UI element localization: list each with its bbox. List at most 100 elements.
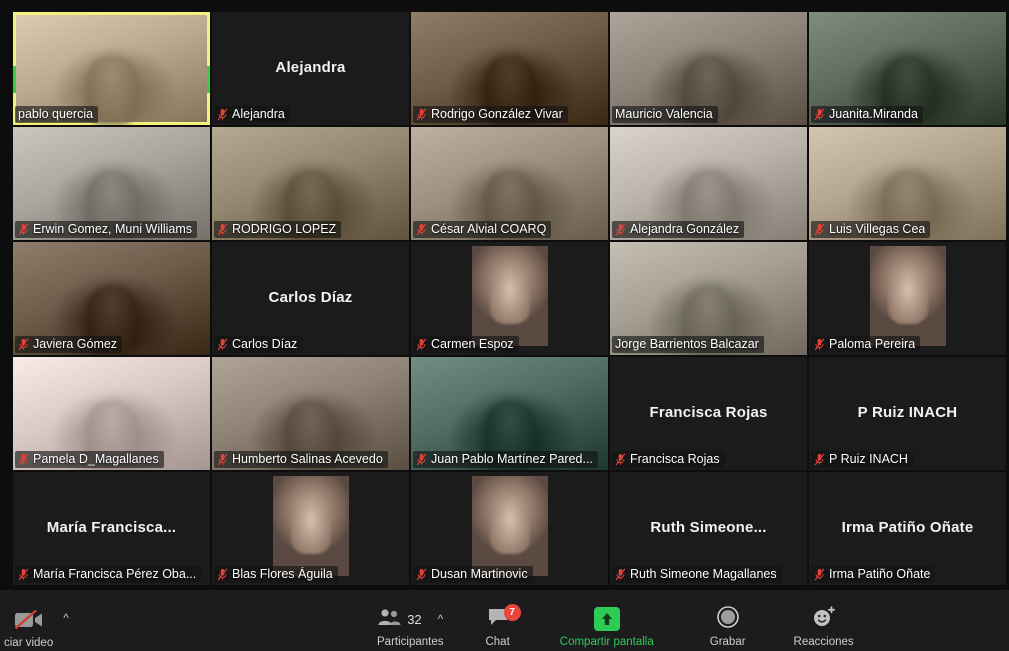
muted-mic-icon [18,567,29,580]
gallery-row: pablo quercia Alejandra Alejandra Rodrigo G… [13,12,1006,125]
participant-tile[interactable]: Alejandra González [610,127,807,240]
participant-tile[interactable]: Humberto Salinas Acevedo [212,357,409,470]
participant-tile[interactable]: Javiera Gómez [13,242,210,355]
reactions-button[interactable]: Reacciones [780,596,868,648]
participant-tile[interactable]: Juanita.Miranda [809,12,1006,125]
record-button[interactable]: Grabar [696,596,760,648]
share-screen-button[interactable]: Compartir pantalla [546,596,668,648]
participant-name-text: Francisca Rojas [630,452,720,466]
participant-name-label: Javiera Gómez [15,336,123,353]
participant-tile[interactable]: RODRIGO LOPEZ [212,127,409,240]
muted-mic-icon [416,107,427,120]
muted-mic-icon [814,452,825,465]
chat-unread-badge: 7 [503,603,521,621]
participant-tile[interactable]: Luis Villegas Cea [809,127,1006,240]
participants-chevron-up-icon[interactable]: ^ [438,613,444,625]
participant-avatar [471,476,548,576]
participant-tile[interactable]: Jorge Barrientos Balcazar [610,242,807,355]
participant-name-label: Luis Villegas Cea [811,221,931,238]
participant-tile[interactable]: Mauricio Valencia [610,12,807,125]
muted-mic-icon [814,567,825,580]
muted-mic-icon [217,452,228,465]
participant-tile[interactable]: Alejandra Alejandra [212,12,409,125]
participants-button[interactable]: 32 ^ Participantes [363,596,457,648]
share-screen-icon [593,607,620,631]
participant-tile[interactable]: María Francisca... María Francisca Pérez … [13,472,210,585]
participant-name-text: Alejandra [232,107,285,121]
participant-name-label: Paloma Pereira [811,336,921,353]
avatar-head [887,272,928,324]
participant-tile[interactable]: Carmen Espoz [411,242,608,355]
share-screen-label: Compartir pantalla [559,636,654,648]
gallery-row: María Francisca... María Francisca Pérez … [13,472,1006,585]
participant-name-text: Humberto Salinas Acevedo [232,452,383,466]
muted-mic-icon [416,222,427,235]
muted-mic-icon [814,107,825,120]
participant-name-text: pablo quercia [18,107,94,121]
participant-name-text: César Alvial COARQ [431,222,547,236]
participant-tile[interactable]: Erwin Gomez, Muni Williams [13,127,210,240]
participant-name-text: Pamela D_Magallanes [33,452,159,466]
participant-name-label: Blas Flores Águila [214,566,338,583]
participant-tile[interactable]: Carlos Díaz Carlos Díaz [212,242,409,355]
participant-name-text: Jorge Barrientos Balcazar [615,337,759,351]
gallery-row: Erwin Gomez, Muni Williams RODRIGO LOPEZ C… [13,127,1006,240]
chevron-up-icon: ^ [63,611,69,625]
gallery-row: Javiera Gómez Carlos Díaz Carlos Díaz Carme… [13,242,1006,355]
record-label: Grabar [709,636,746,648]
participant-name-label: Juanita.Miranda [811,106,923,123]
participant-name-label: Carlos Díaz [214,336,303,353]
muted-mic-icon [217,107,228,120]
participant-name-text: Erwin Gomez, Muni Williams [33,222,193,236]
participant-name-label: Alejandra [214,106,290,123]
start-video-button[interactable]: ciar video [0,597,59,649]
participant-tile[interactable]: pablo quercia [13,12,210,125]
start-video-label: ciar video [4,637,54,649]
participant-tile[interactable]: Pamela D_Magallanes [13,357,210,470]
participant-name-label: Jorge Barrientos Balcazar [612,336,764,353]
video-options-caret[interactable]: ^ [59,597,77,649]
participant-name-label: Carmen Espoz [413,336,519,353]
participant-name-label: Ruth Simeone Magallanes [612,566,782,583]
participant-name-text: Mauricio Valencia [615,107,713,121]
participant-tile[interactable]: Rodrigo González Vivar [411,12,608,125]
participant-name-text: María Francisca Pérez Oba... [33,567,197,581]
chat-icon: 7 [487,603,521,632]
participant-name-label: RODRIGO LOPEZ [214,221,342,238]
participant-tile[interactable]: Irma Patiño Oñate Irma Patiño Oñate [809,472,1006,585]
participant-tile[interactable]: P Ruiz INACH P Ruiz INACH [809,357,1006,470]
participant-name-label: Dusan Martinovic [413,566,533,583]
participant-name-text: Paloma Pereira [829,337,916,351]
participant-name-label: P Ruiz INACH [811,451,913,468]
participants-count: 32 [407,611,422,627]
participant-name-text: Carlos Díaz [232,337,298,351]
participant-name-text: Dusan Martinovic [431,567,528,581]
participant-tile[interactable]: Francisca Rojas Francisca Rojas [610,357,807,470]
participant-avatar [869,246,946,346]
participant-avatar [272,476,349,576]
muted-mic-icon [814,337,825,350]
participant-tile[interactable]: Juan Pablo Martínez Pared... [411,357,608,470]
muted-mic-icon [615,452,626,465]
participant-avatar [471,246,548,346]
participant-tile[interactable]: César Alvial COARQ [411,127,608,240]
participant-name-label: Juan Pablo Martínez Pared... [413,451,598,468]
toolbar-left-group: ciar video ^ [0,597,77,649]
participant-tile[interactable]: Blas Flores Águila [212,472,409,585]
participant-name-text: Carmen Espoz [431,337,514,351]
participant-name-text: RODRIGO LOPEZ [232,222,337,236]
participant-name-text: Blas Flores Águila [232,567,333,581]
participant-tile[interactable]: Ruth Simeone... Ruth Simeone Magallanes [610,472,807,585]
participant-name-label: César Alvial COARQ [413,221,552,238]
muted-mic-icon [217,222,228,235]
muted-mic-icon [416,567,427,580]
participant-name-label: Francisca Rojas [612,451,725,468]
video-off-icon [14,605,44,635]
toolbar-center-group: 32 ^ Participantes 7 Chat Compartir pant… [363,596,868,648]
muted-mic-icon [18,452,29,465]
muted-mic-icon [615,222,626,235]
avatar-head [489,502,530,554]
participant-tile[interactable]: Dusan Martinovic [411,472,608,585]
participant-tile[interactable]: Paloma Pereira [809,242,1006,355]
chat-button[interactable]: 7 Chat [471,596,523,648]
